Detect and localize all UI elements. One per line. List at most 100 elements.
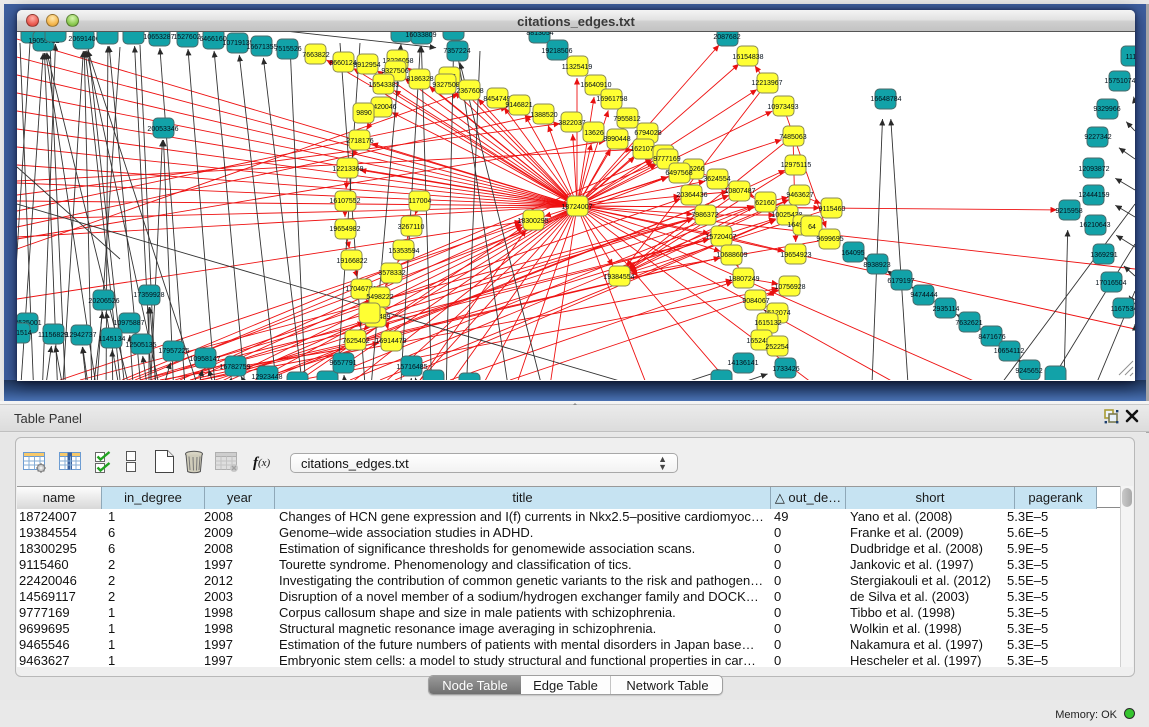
svg-text:9777169: 9777169 — [653, 156, 680, 163]
svg-text:64: 64 — [808, 224, 816, 231]
svg-text:16914479: 16914479 — [375, 338, 406, 345]
svg-text:7632621: 7632621 — [955, 320, 982, 327]
svg-text:19166822: 19166822 — [336, 258, 367, 265]
svg-text:16648784: 16648784 — [870, 96, 901, 103]
svg-text:7955812: 7955812 — [613, 116, 640, 123]
svg-text:2367608: 2367608 — [456, 88, 483, 95]
svg-text:10653287: 10653287 — [143, 34, 174, 41]
svg-text:13626: 13626 — [584, 130, 604, 137]
svg-text:17957225: 17957225 — [158, 348, 189, 355]
svg-text:18300295: 18300295 — [517, 218, 548, 225]
svg-text:2087682: 2087682 — [713, 34, 740, 41]
svg-text:5498222: 5498222 — [366, 294, 393, 301]
svg-text:12444159: 12444159 — [1078, 192, 1109, 199]
svg-text:17359928: 17359928 — [133, 292, 164, 299]
svg-text:16961758: 16961758 — [596, 96, 627, 103]
svg-text:19654982: 19654982 — [329, 226, 360, 233]
svg-text:6179197: 6179197 — [887, 278, 914, 285]
svg-text:11156829: 11156829 — [38, 332, 68, 339]
svg-text:10654112: 10654112 — [994, 348, 1025, 355]
svg-text:6794028: 6794028 — [634, 130, 661, 137]
svg-text:12093872: 12093872 — [1078, 166, 1109, 173]
svg-text:16640910: 16640910 — [580, 82, 611, 89]
svg-text:16210643: 16210643 — [1079, 222, 1110, 229]
svg-text:14136141: 14136141 — [727, 360, 758, 367]
svg-text:7625402: 7625402 — [342, 338, 369, 345]
svg-text:11325419: 11325419 — [562, 64, 593, 71]
svg-text:1527602: 1527602 — [173, 34, 200, 41]
svg-text:8186328: 8186328 — [406, 76, 433, 83]
svg-text:9329966: 9329966 — [1093, 106, 1120, 113]
svg-text:16154838: 16154838 — [732, 54, 763, 61]
svg-text:8990448: 8990448 — [603, 136, 630, 143]
svg-text:20053346: 20053346 — [147, 126, 178, 133]
svg-text:19654923: 19654923 — [780, 252, 811, 259]
svg-text:1167534: 1167534 — [1111, 306, 1135, 313]
svg-text:19384554: 19384554 — [603, 274, 634, 281]
svg-text:17016504: 17016504 — [1095, 280, 1126, 287]
svg-text:20364436: 20364436 — [676, 192, 707, 199]
svg-text:3578332: 3578332 — [378, 270, 405, 277]
svg-text:10958147: 10958147 — [189, 356, 220, 363]
svg-text:15716485: 15716485 — [396, 364, 427, 371]
svg-text:20691406: 20691406 — [68, 36, 99, 43]
svg-text:7986372: 7986372 — [691, 212, 718, 219]
svg-text:10973493: 10973493 — [767, 104, 798, 111]
svg-text:9463627: 9463627 — [786, 192, 813, 199]
svg-text:991514: 991514 — [17, 330, 32, 337]
svg-text:7485063: 7485063 — [779, 134, 806, 141]
svg-text:12942737: 12942737 — [65, 332, 96, 339]
svg-text:9699695: 9699695 — [816, 236, 843, 243]
svg-text:1733426: 1733426 — [772, 366, 799, 373]
svg-text:7515526: 7515526 — [274, 46, 301, 53]
svg-text:8938923: 8938923 — [863, 262, 890, 269]
svg-text:7663822: 7663822 — [302, 52, 329, 59]
svg-text:15353594: 15353594 — [388, 248, 419, 255]
svg-text:(x): (x) — [258, 457, 271, 469]
svg-text:9227342: 9227342 — [1084, 134, 1111, 141]
svg-text:8912954: 8912954 — [353, 62, 380, 69]
svg-text:16543382: 16543382 — [368, 82, 399, 89]
svg-text:117004: 117004 — [409, 198, 432, 205]
svg-text:3822037: 3822037 — [558, 120, 585, 127]
svg-text:1615132: 1615132 — [754, 320, 781, 327]
svg-text:10688609: 10688609 — [716, 252, 747, 259]
svg-text:12213967: 12213967 — [751, 80, 782, 87]
svg-text:9657791: 9657791 — [329, 360, 356, 367]
svg-text:6497568: 6497568 — [665, 170, 692, 177]
svg-text:1369291: 1369291 — [1090, 252, 1117, 259]
svg-text:16033809: 16033809 — [405, 32, 436, 39]
svg-text:2935114: 2935114 — [933, 306, 960, 313]
svg-text:9146821: 9146821 — [505, 102, 532, 109]
svg-text:16671355: 16671355 — [246, 44, 277, 51]
svg-text:9474444: 9474444 — [910, 292, 937, 299]
svg-text:20206526: 20206526 — [88, 298, 119, 305]
svg-text:15720407: 15720407 — [705, 234, 736, 241]
svg-text:10807487: 10807487 — [724, 188, 755, 195]
svg-text:9115460: 9115460 — [819, 206, 846, 213]
svg-text:7357224: 7357224 — [443, 48, 470, 55]
svg-text:2718176: 2718176 — [346, 138, 373, 145]
svg-text:19218506: 19218506 — [541, 48, 572, 55]
svg-text:1145134: 1145134 — [99, 336, 126, 343]
svg-text:8813054: 8813054 — [526, 32, 553, 37]
svg-text:1388520: 1388520 — [530, 112, 557, 119]
svg-text:16782759: 16782759 — [219, 364, 250, 371]
svg-text:252254: 252254 — [765, 344, 788, 351]
svg-text:16107552: 16107552 — [329, 198, 360, 205]
svg-text:12213369: 12213369 — [332, 166, 363, 173]
svg-text:12975115: 12975115 — [781, 162, 812, 169]
svg-text:9245652: 9245652 — [1015, 368, 1042, 375]
svg-text:8471676: 8471676 — [978, 334, 1005, 341]
svg-text:62160: 62160 — [755, 200, 775, 207]
svg-text:10975887: 10975887 — [113, 320, 144, 327]
svg-text:111: 111 — [1126, 54, 1135, 61]
svg-text:9084067: 9084067 — [742, 298, 769, 305]
svg-text:9215958: 9215958 — [1055, 208, 1082, 215]
svg-text:9890: 9890 — [356, 110, 372, 117]
svg-text:10756928: 10756928 — [774, 284, 805, 291]
svg-text:15751074: 15751074 — [1104, 78, 1135, 85]
svg-text:18807249: 18807249 — [728, 276, 759, 283]
svg-text:164095: 164095 — [841, 250, 864, 257]
svg-text:12923448: 12923448 — [251, 374, 282, 380]
